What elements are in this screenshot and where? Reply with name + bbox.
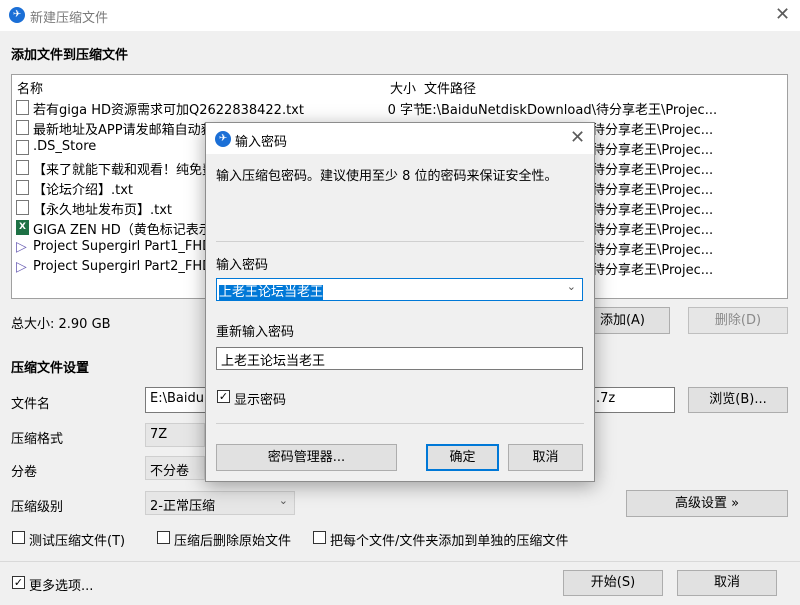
text-file-icon xyxy=(16,100,29,115)
password-label: 输入密码 xyxy=(216,258,269,273)
password-dialog: ✈ 输入密码 ✕ 输入压缩包密码。建议使用至少 8 位的密码来保证安全性。 输入… xyxy=(205,122,595,482)
file-list-header: 名称 大小 文件路径 xyxy=(12,75,787,97)
video-file-icon: ▷ xyxy=(16,259,27,275)
window-title: 新建压缩文件 xyxy=(30,11,109,26)
file-name: 【永久地址发布页】.txt xyxy=(33,203,173,218)
filename-label: 文件名 xyxy=(11,397,51,412)
file-name: GIGA ZEN HD（黄色标记表示 xyxy=(33,223,212,238)
dialog-divider xyxy=(216,241,584,242)
chevron-down-icon[interactable]: ⌄ xyxy=(567,280,576,293)
video-file-icon: ▷ xyxy=(16,239,27,255)
total-size-label: 总大小: 2.90 GB xyxy=(11,317,111,332)
file-path: 待分享老王\Projec... xyxy=(592,243,714,258)
column-header-size[interactable]: 大小 xyxy=(390,78,416,97)
start-button[interactable]: 开始(S) xyxy=(563,570,663,596)
confirm-password-value: 上老王论坛当老王 xyxy=(221,354,326,369)
file-name: 若有giga HD资源需求可加Q2622838422.txt xyxy=(33,103,304,118)
password-dialog-close-icon[interactable]: ✕ xyxy=(570,128,585,148)
text-file-icon xyxy=(16,200,29,215)
dialog-cancel-button[interactable]: 取消 xyxy=(508,444,583,471)
password-dialog-titlebar: ✈ 输入密码 ✕ xyxy=(206,123,594,154)
separate-archives-checkbox[interactable] xyxy=(313,531,326,544)
file-path: 待分享老王\Projec... xyxy=(592,163,714,178)
file-path: 待分享老王\Projec... xyxy=(592,123,714,138)
level-label: 压缩级别 xyxy=(11,500,64,515)
file-name: Project Supergirl Part1_FHD xyxy=(33,239,213,254)
file-path: 待分享老王\Projec... xyxy=(592,143,714,158)
format-value: 7Z xyxy=(150,427,168,442)
ok-button[interactable]: 确定 xyxy=(426,444,499,471)
window-close-icon[interactable]: ✕ xyxy=(775,5,790,25)
cancel-button[interactable]: 取消 xyxy=(677,570,777,596)
password-value: 上老王论坛当老王 xyxy=(219,285,324,300)
text-file-icon xyxy=(16,180,29,195)
test-archive-label[interactable]: 测试压缩文件(T) xyxy=(29,530,125,549)
delete-after-label[interactable]: 压缩后删除原始文件 xyxy=(174,530,291,549)
password-input[interactable]: 上老王论坛当老王 ⌄ xyxy=(216,278,583,301)
file-size: 0 字节 xyxy=(387,103,426,118)
password-dialog-description: 输入压缩包密码。建议使用至少 8 位的密码来保证安全性。 xyxy=(216,169,558,184)
show-password-checkbox[interactable]: ✓ xyxy=(217,390,230,403)
text-file-icon xyxy=(16,120,29,135)
chevron-down-icon: ⌄ xyxy=(278,494,288,507)
level-value: 2-正常压缩 xyxy=(150,499,215,514)
split-label: 分卷 xyxy=(11,465,38,480)
format-label: 压缩格式 xyxy=(11,432,64,447)
advanced-settings-button[interactable]: 高级设置 » xyxy=(626,490,788,517)
format-select[interactable]: 7Z xyxy=(145,423,205,447)
file-name: 【来了就能下载和观看！纯免费 xyxy=(33,163,216,178)
app-logo-icon: ✈ xyxy=(215,131,231,147)
level-select[interactable]: 2-正常压缩 ⌄ xyxy=(145,491,295,515)
delete-after-checkbox[interactable] xyxy=(157,531,170,544)
file-name: Project Supergirl Part2_FHD xyxy=(33,259,213,274)
remove-button[interactable]: 删除(D) xyxy=(688,307,788,334)
file-icon xyxy=(16,140,29,155)
file-name: .DS_Store xyxy=(33,139,97,154)
confirm-password-label: 重新输入密码 xyxy=(216,325,295,340)
show-password-label[interactable]: 显示密码 xyxy=(234,389,286,408)
test-archive-checkbox[interactable] xyxy=(12,531,25,544)
file-path: E:\BaiduNetdiskDownload\待分享老王\Projec... xyxy=(424,103,718,118)
filename-extension: .7z xyxy=(596,391,616,406)
dialog-divider xyxy=(216,423,584,424)
add-files-section-title: 添加文件到压缩文件 xyxy=(11,48,129,63)
file-path: 待分享老王\Projec... xyxy=(592,183,714,198)
app-logo-icon: ✈ xyxy=(9,7,25,23)
excel-file-icon: X xyxy=(16,220,29,235)
file-name: 【论坛介绍】.txt xyxy=(33,183,134,198)
file-row[interactable]: 若有giga HD资源需求可加Q2622838422.txt 0 字节 E:\B… xyxy=(12,97,787,118)
more-options-label[interactable]: 更多选项... xyxy=(29,575,93,594)
separate-archives-label[interactable]: 把每个文件/文件夹添加到单独的压缩文件 xyxy=(330,530,568,549)
column-header-path[interactable]: 文件路径 xyxy=(424,78,476,97)
confirm-password-input[interactable]: 上老王论坛当老王 xyxy=(216,347,583,370)
file-path: 待分享老王\Projec... xyxy=(592,203,714,218)
file-path: 待分享老王\Projec... xyxy=(592,263,714,278)
column-header-name[interactable]: 名称 xyxy=(17,78,43,97)
browse-button[interactable]: 浏览(B)... xyxy=(688,387,788,413)
split-select[interactable]: 不分卷 xyxy=(145,456,205,480)
more-options-checkbox[interactable]: ✓ xyxy=(12,576,25,589)
split-value: 不分卷 xyxy=(150,464,190,479)
settings-section-title: 压缩文件设置 xyxy=(11,361,90,376)
file-path: 待分享老王\Projec... xyxy=(592,223,714,238)
window-titlebar: ✈ 新建压缩文件 ✕ xyxy=(0,0,800,31)
password-dialog-title: 输入密码 xyxy=(235,135,288,150)
footer-divider xyxy=(0,561,800,562)
text-file-icon xyxy=(16,160,29,175)
password-manager-button[interactable]: 密码管理器... xyxy=(216,444,397,471)
